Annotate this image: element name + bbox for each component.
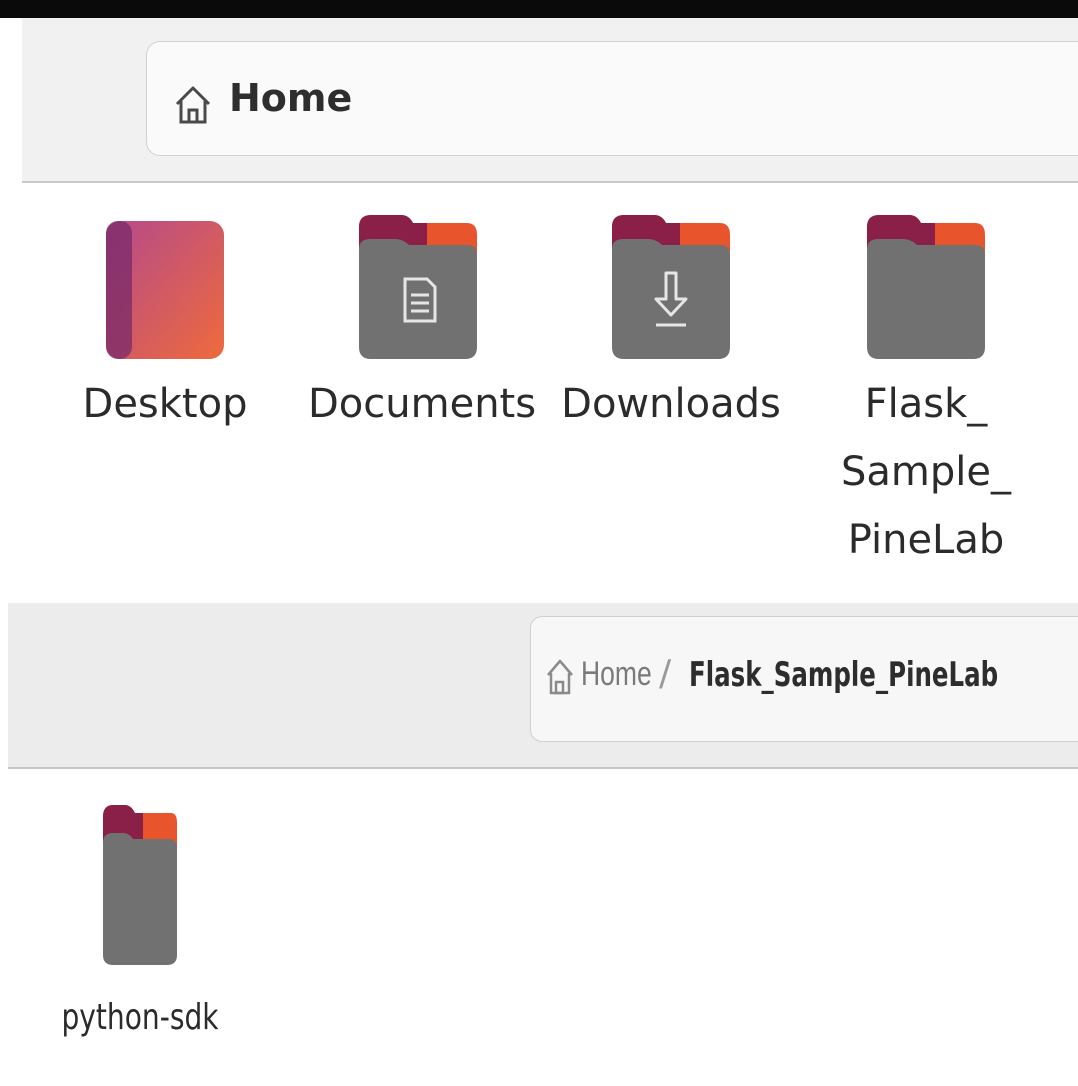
breadcrumb-current[interactable]: Flask_Sample_PineLab xyxy=(689,655,998,695)
folder-icon xyxy=(865,213,987,365)
file-item-label-line: Flask_ xyxy=(864,381,988,427)
path-bar[interactable]: Home xyxy=(146,41,1078,156)
downloads-folder-icon xyxy=(610,213,732,365)
window-top-border xyxy=(0,0,1078,18)
breadcrumb-separator: / xyxy=(659,653,672,694)
breadcrumb-home[interactable]: Home xyxy=(229,76,352,120)
home-icon[interactable] xyxy=(545,655,575,701)
folder-icon xyxy=(101,803,179,971)
file-item-label: Desktop xyxy=(82,381,248,427)
file-item-label-line: Sample_ xyxy=(841,449,1011,495)
path-bar[interactable]: Home / Flask_Sample_PineLab xyxy=(530,616,1078,742)
file-item-label: Downloads xyxy=(561,381,781,427)
breadcrumb-home[interactable]: Home xyxy=(581,655,652,694)
file-item-label: Documents xyxy=(308,381,537,427)
file-item-label-line: PineLab xyxy=(847,517,1005,563)
file-grid: python-sdk xyxy=(0,769,1078,1086)
desktop-folder-icon xyxy=(104,219,226,365)
home-icon[interactable] xyxy=(173,82,213,130)
file-grid: Desktop Documents Downloads Flask_ Sampl… xyxy=(0,183,1078,603)
file-item-label: python-sdk xyxy=(61,997,219,1038)
header-bar: Home xyxy=(22,18,1078,183)
header-bar: Home / Flask_Sample_PineLab xyxy=(8,603,1078,769)
documents-folder-icon xyxy=(357,213,479,365)
